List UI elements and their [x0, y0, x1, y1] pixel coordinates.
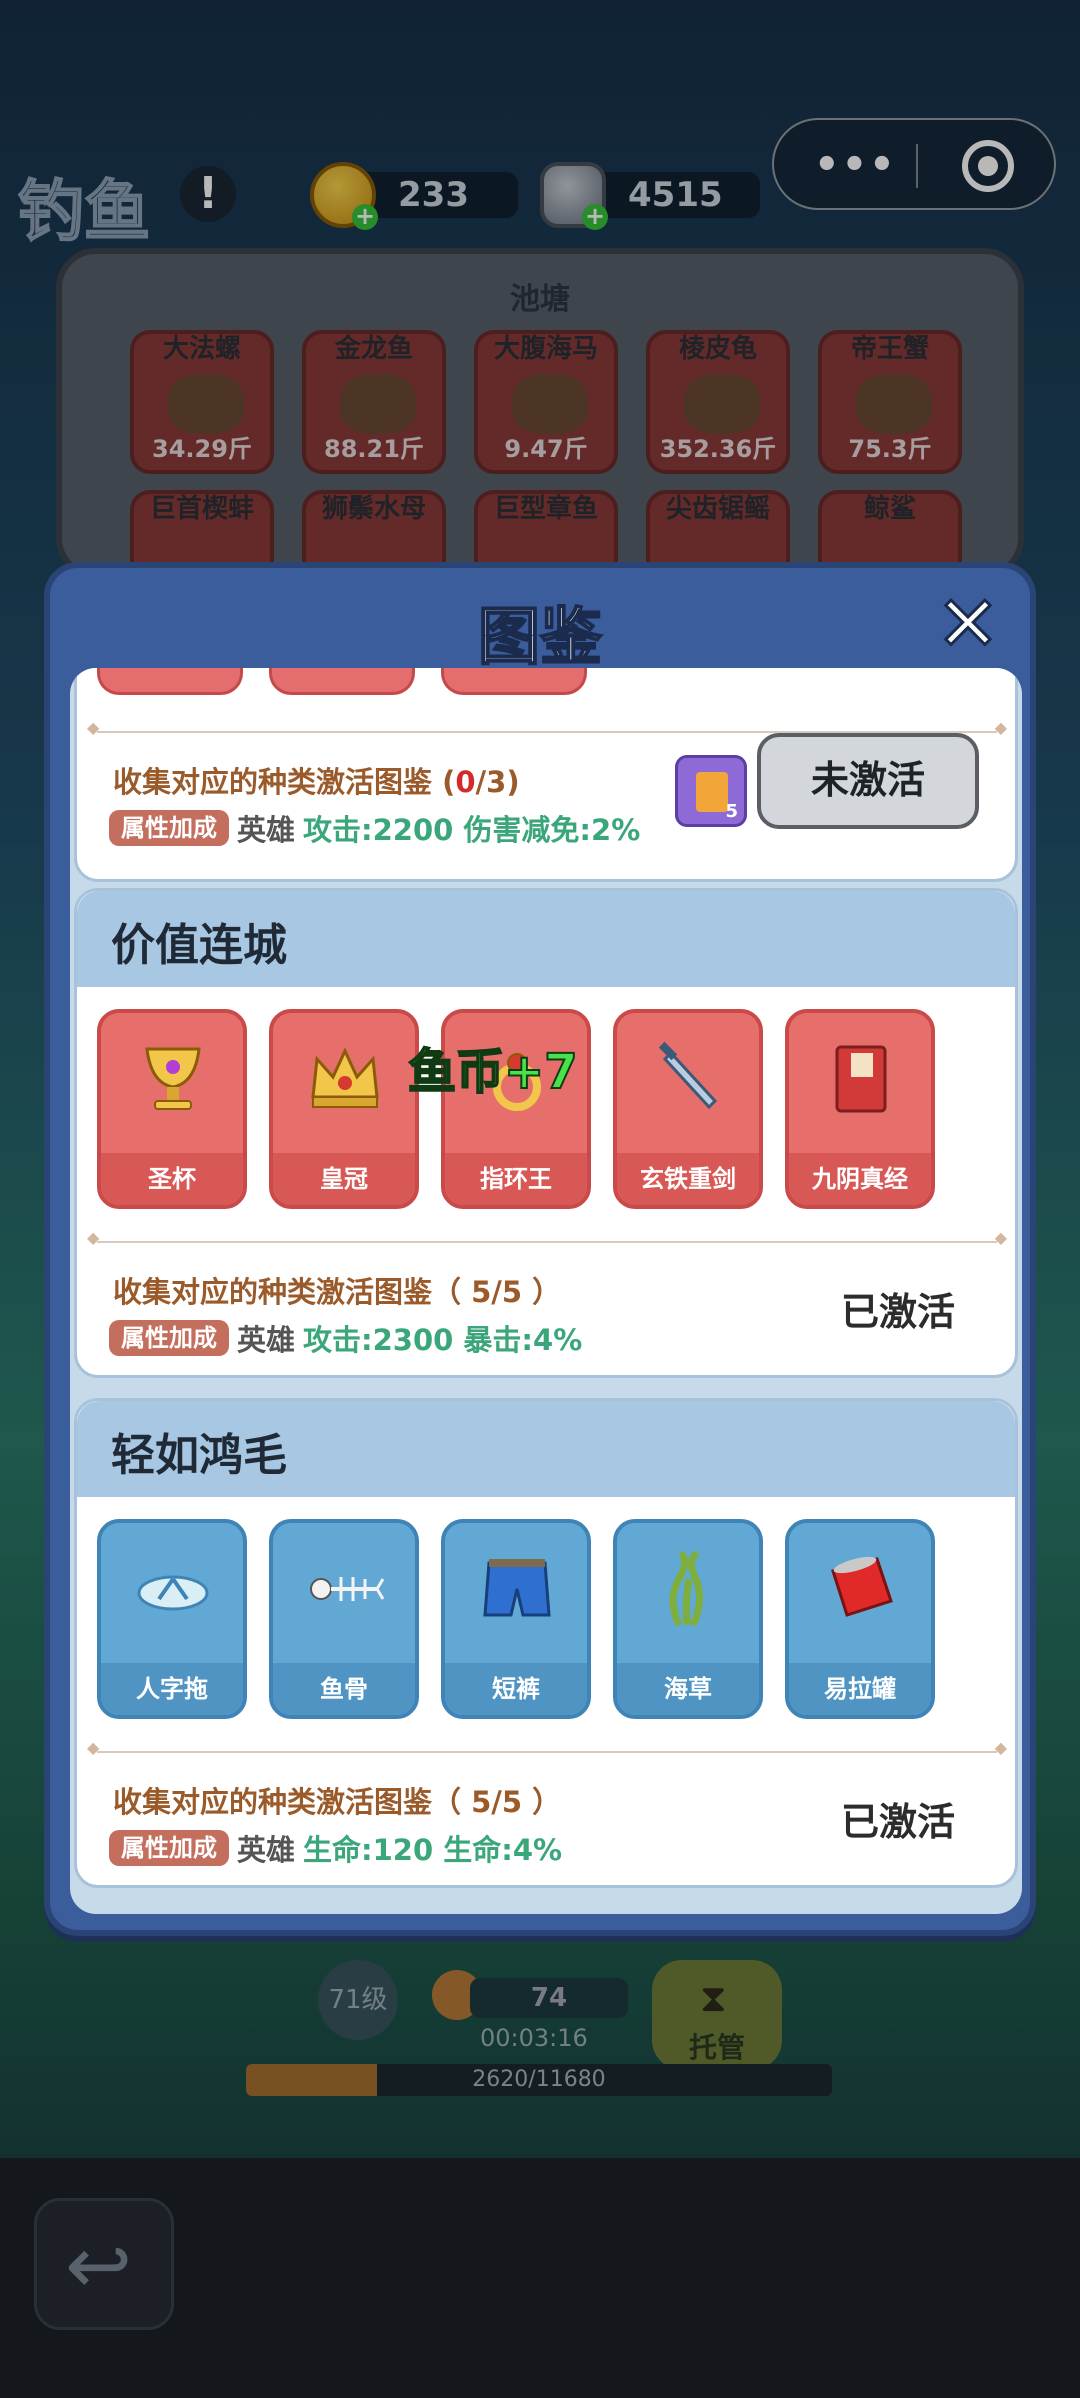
- set-header: 价值连城: [77, 891, 1015, 987]
- item-card[interactable]: 玄铁重剑: [613, 1009, 763, 1209]
- seaweed-icon: [669, 1550, 703, 1627]
- item-card-stub[interactable]: [97, 668, 243, 695]
- coin-reward-popup: 鱼币+7: [407, 1043, 579, 1101]
- activation-status: 已激活: [840, 1800, 955, 1844]
- bonus-tag: 属性加成: [109, 1320, 229, 1356]
- item-card[interactable]: 短裤: [441, 1519, 591, 1719]
- bonus-stats: 攻击:2300 暴击:4%: [303, 1323, 583, 1357]
- item-card-stub[interactable]: [269, 668, 415, 695]
- collect-count: 0: [455, 765, 476, 799]
- bonus-stats: 生命:120 生命:4%: [303, 1833, 563, 1867]
- fish-bone-icon: [310, 1577, 385, 1601]
- bonus-stats: 攻击:2200 伤害减免:2%: [303, 813, 641, 847]
- soda-can-icon: [831, 1556, 893, 1617]
- item-card[interactable]: 易拉罐: [785, 1519, 935, 1719]
- bonus-hero: 英雄: [237, 1833, 296, 1867]
- item-card[interactable]: 鱼骨: [269, 1519, 419, 1719]
- scroll-count: 5: [725, 801, 738, 822]
- item-card[interactable]: 海草: [613, 1519, 763, 1719]
- collection-set: 轻如鸿毛 人字拖 鱼骨 短裤 海草 易拉罐 收集对: [74, 1398, 1018, 1888]
- item-label: 九阴真经: [789, 1153, 931, 1205]
- item-label: 海草: [617, 1663, 759, 1715]
- bonus-tag: 属性加成: [109, 810, 229, 846]
- flip-flop-icon: [137, 1575, 209, 1611]
- shorts-icon: [483, 1559, 551, 1617]
- back-button[interactable]: ↩: [34, 2198, 174, 2330]
- set-header: 轻如鸿毛: [77, 1401, 1015, 1497]
- item-label: 圣杯: [101, 1153, 243, 1205]
- activation-status: 已激活: [840, 1290, 955, 1334]
- bonus-line: 属性加成 英雄 生命:120 生命:4%: [109, 1827, 562, 1867]
- item-card-stub[interactable]: [441, 668, 587, 695]
- item-card[interactable]: 圣杯: [97, 1009, 247, 1209]
- collection-set-partial: 收集对应的种类激活图鉴 (0/3) 属性加成英雄攻击:2200 伤害减免:2% …: [74, 668, 1018, 882]
- item-card[interactable]: 九阴真经: [785, 1009, 935, 1209]
- bottom-nav: ↩: [0, 2158, 1080, 2398]
- item-label: 皇冠: [273, 1153, 415, 1205]
- item-label: 指环王: [445, 1153, 587, 1205]
- close-icon[interactable]: ✕: [932, 584, 1004, 663]
- bonus-hero: 英雄: [237, 1323, 296, 1357]
- collection-list[interactable]: 收集对应的种类激活图鉴 (0/3) 属性加成英雄攻击:2200 伤害减免:2% …: [70, 668, 1022, 1914]
- collect-progress: 收集对应的种类激活图鉴 (0/3): [113, 765, 520, 799]
- item-label: 鱼骨: [273, 1663, 415, 1715]
- grail-icon: [145, 1047, 201, 1110]
- modal-title: 图鉴: [477, 599, 603, 674]
- bonus-hero: 英雄: [237, 813, 296, 847]
- book-icon: [835, 1045, 887, 1113]
- bonus-line: 属性加成 英雄 攻击:2300 暴击:4%: [109, 1317, 582, 1357]
- sword-icon: [658, 1041, 718, 1110]
- separator: [87, 1738, 1007, 1757]
- bonus-tag: 属性加成: [109, 1830, 229, 1866]
- item-card[interactable]: 皇冠: [269, 1009, 419, 1209]
- bonus-line: 属性加成 英雄 攻击:2200 伤害减免:2%: [109, 807, 640, 847]
- collection-modal: 图鉴 ✕ 收集对应的种类激活图鉴 (0/3) 属性加成英雄攻击:2200 伤害减…: [44, 562, 1036, 1936]
- set-name: 轻如鸿毛: [111, 1430, 287, 1481]
- item-label: 短裤: [445, 1663, 587, 1715]
- activate-button[interactable]: 未激活: [757, 733, 979, 829]
- collection-set: 价值连城 圣杯 皇冠 指环王 玄铁重剑 九阴真经 ◆ ◆ 收集对应的种类激活图鉴…: [74, 888, 1018, 1378]
- collect-progress: 收集对应的种类激活图鉴（ 5/5 ）: [113, 1785, 562, 1819]
- scroll-item-icon[interactable]: 5: [675, 755, 747, 827]
- item-label: 人字拖: [101, 1663, 243, 1715]
- item-label: 玄铁重剑: [617, 1153, 759, 1205]
- item-label: 易拉罐: [789, 1663, 931, 1715]
- collect-progress: 收集对应的种类激活图鉴（ 5/5 ）: [113, 1275, 562, 1309]
- item-card[interactable]: 人字拖: [97, 1519, 247, 1719]
- scroll-paper-icon: [696, 772, 728, 812]
- crown-icon: [311, 1047, 379, 1108]
- separator: [87, 1228, 1007, 1247]
- back-arrow-icon: ↩: [65, 2219, 133, 2312]
- set-name: 价值连城: [111, 920, 287, 971]
